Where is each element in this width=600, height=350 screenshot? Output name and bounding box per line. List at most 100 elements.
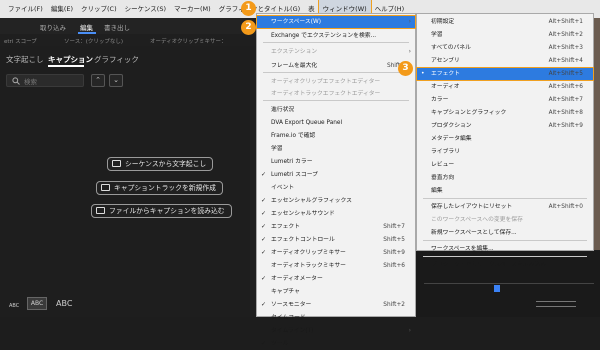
window-menu-item-11[interactable]: ✓ Lumetri スコープ [257, 169, 415, 181]
window-menu-item-label: フレームを最大化 [271, 63, 318, 69]
menu-file[interactable]: ファイル(F) [4, 0, 47, 18]
window-menu-item-9[interactable]: 学習 [257, 143, 415, 155]
window-menu-item-10[interactable]: Lumetri カラー [257, 156, 415, 168]
abc-small-option[interactable]: ABC [9, 303, 19, 309]
window-menu-item-16[interactable]: ✓ エフェクトコントロール Shift+5 [257, 234, 415, 246]
tab-import[interactable]: 取り込み [40, 22, 66, 32]
workspace-menu-item-label: アセンブリ [431, 58, 460, 64]
workspace-menu-item-16[interactable]: 新規ワークスペースとして保存... [417, 227, 593, 239]
window-menu-item-13[interactable]: ✓ エッセンシャルグラフィックス [257, 195, 415, 207]
workspace-menu-item-7[interactable]: キャプションとグラフィック Alt+Shift+8 [417, 107, 593, 119]
workspace-menu-item-4[interactable]: • エフェクト Alt+Shift+5 [416, 67, 594, 81]
chevron-right-icon: › [408, 48, 411, 55]
window-menu-item-12[interactable]: イベント [257, 182, 415, 194]
window-menu-item-14[interactable]: ✓ エッセンシャルサウンド [257, 208, 415, 220]
workspace-menu-item-label: エフェクト [431, 71, 460, 77]
menu-separator [263, 100, 409, 101]
timeline-divider [424, 283, 594, 284]
window-menu-item-22[interactable]: タイムコード [257, 312, 415, 324]
window-menu-item-label: タイムライン(T) [271, 328, 314, 334]
workspace-menu-item-shortcut: Alt+Shift+3 [548, 45, 583, 51]
workspace-menu-item-17[interactable]: ワークスペースを編集... [417, 243, 593, 255]
workspace-menu-item-5[interactable]: オーディオ Alt+Shift+6 [417, 81, 593, 93]
menu-sequence[interactable]: シーケンス(S) [121, 0, 170, 18]
window-menu-item-0[interactable]: ワークスペース(W) › [256, 15, 416, 29]
window-menu-item-2: エクステンション › [257, 46, 415, 58]
workspace-menu-item-13[interactable]: 編集 [417, 185, 593, 197]
workspace-menu-item-9[interactable]: メタデータ編集 [417, 133, 593, 145]
playhead-icon[interactable] [494, 285, 500, 292]
tab-edit[interactable]: 編集 [80, 22, 93, 32]
window-menu-item-label: Lumetri スコープ [271, 172, 318, 178]
search-input[interactable]: 検索 [6, 74, 84, 87]
new-caption-track-button[interactable]: キャプショントラックを新規作成 [96, 181, 223, 195]
audio-mixer-tab[interactable]: オーディオクリップミキサー： [150, 37, 227, 45]
step-badge-2: 2 [241, 20, 256, 35]
menu-clip[interactable]: クリップ(C) [77, 0, 121, 18]
tab-transcript[interactable]: 文字起こし [6, 54, 44, 65]
import-captions-button[interactable]: ファイルからキャプションを読み込む [91, 204, 232, 218]
workspace-menu-item-8[interactable]: プロダクション Alt+Shift+9 [417, 120, 593, 132]
transcribe-sequence-button[interactable]: シーケンスから文字起こし [107, 157, 214, 171]
window-menu-item-label: DVA Export Queue Panel [271, 120, 343, 126]
menu-separator [423, 198, 587, 199]
window-menu-item-3[interactable]: フレームを最大化 Shift+ [257, 60, 415, 72]
window-menu-item-label: ソースモニター [271, 302, 312, 308]
workspace-menu-item-shortcut: Alt+Shift+5 [548, 71, 583, 77]
checkmark-icon: ✓ [261, 340, 267, 347]
workspace-menu-item-shortcut: Alt+Shift+1 [548, 19, 583, 25]
chevron-right-icon: › [408, 327, 411, 334]
tab-export[interactable]: 書き出し [104, 22, 130, 32]
workspace-menu-item-0[interactable]: 初期設定 Alt+Shift+1 [417, 16, 593, 28]
window-menu-item-1[interactable]: Exchange でエクステンションを検索... [257, 30, 415, 42]
workspace-menu-item-10[interactable]: ライブラリ [417, 146, 593, 158]
tab-graphics[interactable]: グラフィック [94, 54, 139, 65]
lumetri-scope-tab[interactable]: etri スコープ [4, 37, 37, 45]
menu-separator [263, 42, 409, 43]
window-menu-item-8[interactable]: Frame.io で確認 [257, 130, 415, 142]
captions-panel: 文字起こし キャプション グラフィック 検索 ⌃ ⌄ シーケンスから文字起こし … [0, 46, 262, 317]
window-menu-item-19[interactable]: ✓ オーディオメーター [257, 273, 415, 285]
selected-dot-icon: • [421, 70, 425, 77]
workspace-menu-item-label: キャプションとグラフィック [431, 110, 507, 116]
workspace-menu-item-2[interactable]: すべてのパネル Alt+Shift+3 [417, 42, 593, 54]
window-menu-item-18[interactable]: オーディオトラックミキサー Shift+6 [257, 260, 415, 272]
next-button[interactable]: ⌄ [109, 74, 123, 87]
window-menu-item-label: Exchange でエクステンションを検索... [271, 33, 377, 39]
tab-captions[interactable]: キャプション [48, 54, 93, 65]
workspace-menu-item-14[interactable]: 保存したレイアウトにリセット Alt+Shift+0 [417, 201, 593, 213]
window-menu-item-23[interactable]: タイムライン(T) › [257, 325, 415, 337]
window-menu-item-21[interactable]: ✓ ソースモニター Shift+2 [257, 299, 415, 311]
checkmark-icon: ✓ [261, 236, 267, 243]
workspace-menu-item-label: 編集 [431, 188, 443, 194]
window-menu-item-label: ワークスペース(W) [271, 19, 321, 25]
workspace-menu-item-shortcut: Alt+Shift+2 [548, 32, 583, 38]
import-icon [96, 207, 105, 214]
workspace-menu-item-12[interactable]: 垂直方向 [417, 172, 593, 184]
workspace-menu-item-1[interactable]: 学習 Alt+Shift+2 [417, 29, 593, 41]
workspace-menu-item-label: レビュー [431, 162, 455, 168]
workspace-submenu: 初期設定 Alt+Shift+1 学習 Alt+Shift+2 すべてのパネル Alt+S… [416, 13, 594, 268]
window-menu-item-17[interactable]: ✓ オーディオクリップミキサー Shift+9 [257, 247, 415, 259]
workspace-menu-item-18[interactable]: プロジェクトからワークスペースを読み込み [417, 259, 593, 271]
transport-controls[interactable] [536, 301, 576, 307]
workspace-menu-item-label: プロダクション [431, 123, 472, 129]
menu-marker[interactable]: マーカー(M) [170, 0, 215, 18]
window-menu-item-label: エッセンシャルサウンド [271, 211, 335, 217]
abc-medium-option[interactable]: ABC [27, 297, 47, 310]
window-menu-item-6[interactable]: 進行状況 [257, 104, 415, 116]
new-caption-track-label: キャプショントラックを新規作成 [114, 184, 216, 192]
previous-button[interactable]: ⌃ [91, 74, 105, 87]
workspace-menu-item-label: 新規ワークスペースとして保存... [431, 230, 517, 236]
window-menu-item-24[interactable]: ✓ ツール [257, 338, 415, 350]
workspace-menu-item-6[interactable]: カラー Alt+Shift+7 [417, 94, 593, 106]
workspace-menu-item-11[interactable]: レビュー [417, 159, 593, 171]
workspace-menu-item-3[interactable]: アセンブリ Alt+Shift+4 [417, 55, 593, 67]
window-menu-item-20[interactable]: キャプチャ [257, 286, 415, 298]
window-menu-item-label: オーディオメーター [271, 276, 323, 282]
window-menu-item-7[interactable]: DVA Export Queue Panel [257, 117, 415, 129]
source-tab[interactable]: ソース：(クリップなし) [64, 37, 123, 45]
window-menu-item-15[interactable]: ✓ エフェクト Shift+7 [257, 221, 415, 233]
menu-edit[interactable]: 編集(E) [47, 0, 77, 18]
abc-large-option[interactable]: ABC [56, 299, 72, 308]
